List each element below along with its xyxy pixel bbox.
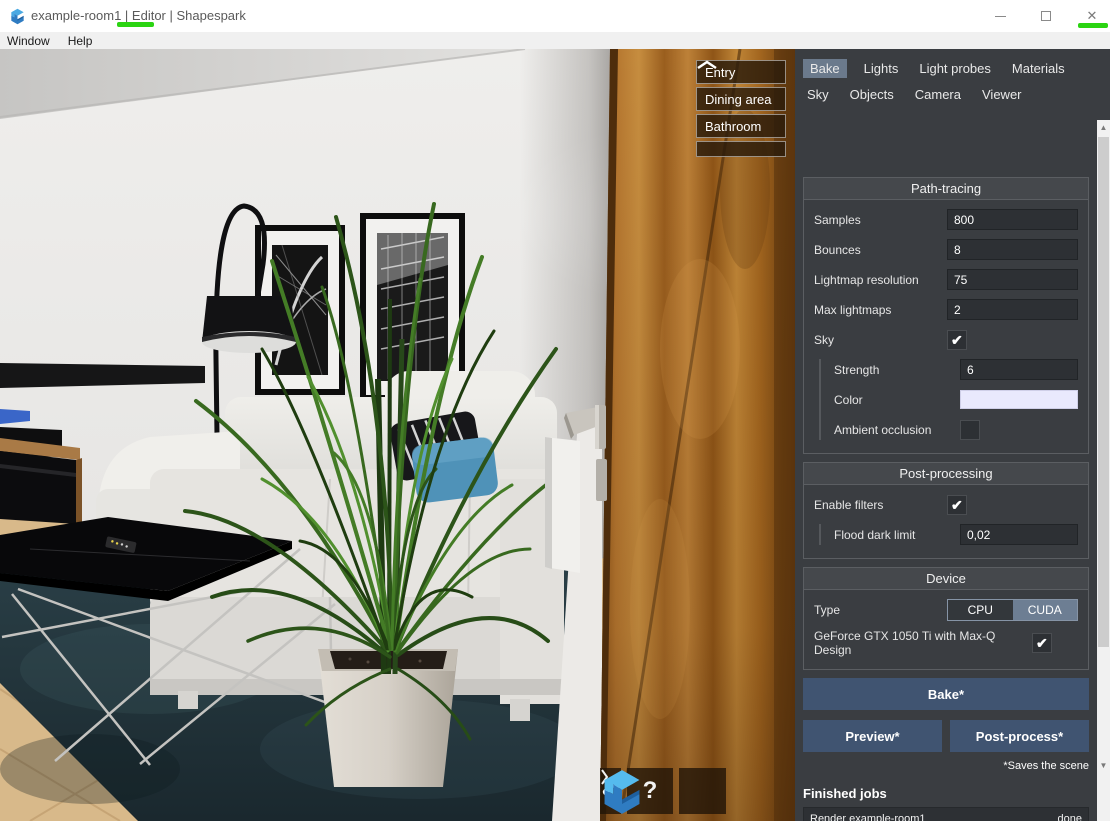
tab-viewer[interactable]: Viewer — [978, 85, 1026, 104]
device-type-toggle: CPU CUDA — [947, 599, 1078, 621]
bounces-input[interactable] — [947, 239, 1078, 260]
lightmap-resolution-label: Lightmap resolution — [814, 273, 947, 287]
flood-dark-limit-input[interactable] — [960, 524, 1078, 545]
shapespark-logo-icon — [9, 8, 26, 25]
tab-materials[interactable]: Materials — [1008, 59, 1069, 78]
bake-button[interactable]: Bake* — [803, 678, 1089, 710]
post-process-button[interactable]: Post-process* — [950, 720, 1089, 752]
shapespark-logo-icon — [600, 768, 644, 816]
max-lightmaps-input[interactable] — [947, 299, 1078, 320]
door — [600, 49, 795, 821]
sky-checkbox[interactable] — [947, 330, 967, 350]
menu-bar: Window Help — [0, 32, 1110, 49]
sky-color-swatch[interactable] — [960, 390, 1078, 409]
view-navigation: Entry Dining area Bathroom — [696, 60, 786, 157]
device-option-cuda[interactable]: CUDA — [1013, 600, 1078, 620]
saves-scene-note: *Saves the scene — [803, 760, 1089, 772]
job-row: Render example-room1 done — [810, 810, 1082, 821]
job-name: Render example-room1 — [810, 813, 926, 821]
section-title: Path-tracing — [804, 178, 1088, 200]
device-option-cpu[interactable]: CPU — [948, 600, 1013, 620]
finished-jobs-title: Finished jobs — [803, 786, 1089, 801]
preview-button[interactable]: Preview* — [803, 720, 942, 752]
tv-cabinet — [0, 438, 82, 531]
tab-objects[interactable]: Objects — [846, 85, 898, 104]
strength-label: Strength — [834, 363, 960, 377]
samples-input[interactable] — [947, 209, 1078, 230]
3d-viewport[interactable]: Entry Dining area Bathroom ? — [0, 49, 795, 821]
strength-input[interactable] — [960, 359, 1078, 380]
filters-subgroup: Flood dark limit — [819, 524, 1078, 545]
menu-help[interactable]: Help — [59, 32, 102, 49]
ambient-occlusion-label: Ambient occlusion — [834, 423, 960, 437]
viewport-toolbar: ? — [600, 768, 784, 814]
chevron-up-icon — [696, 60, 718, 70]
gpu-checkbox[interactable] — [1032, 633, 1052, 653]
tab-camera[interactable]: Camera — [911, 85, 965, 104]
settings-panel: Bake Lights Light probes Materials Sky O… — [795, 49, 1110, 821]
view-button-bathroom[interactable]: Bathroom — [696, 114, 786, 138]
window-title: example-room1 | Editor | Shapespark — [31, 8, 246, 23]
flood-dark-limit-label: Flood dark limit — [834, 528, 960, 542]
tour-path-button[interactable] — [679, 768, 726, 814]
room-scene — [0, 49, 795, 821]
gpu-name-label: GeForce GTX 1050 Ti with Max-Q Design — [814, 629, 1032, 657]
post-processing-section: Post-processing Enable filters Flood dar… — [803, 462, 1089, 559]
samples-label: Samples — [814, 213, 947, 227]
section-title: Post-processing — [804, 463, 1088, 485]
color-label: Color — [834, 393, 960, 407]
tab-lights[interactable]: Lights — [860, 59, 903, 78]
green-annotation-editor — [117, 22, 154, 27]
shapespark-editor-window: example-room1 | Editor | Shapespark ✕ Wi… — [0, 0, 1110, 821]
sky-subgroup: Strength Color Ambient occlusion — [819, 359, 1078, 440]
enable-filters-checkbox[interactable] — [947, 495, 967, 515]
bake-tab-content: Path-tracing Samples Bounces Lightmap re… — [795, 169, 1097, 821]
shapespark-logo-button[interactable] — [732, 768, 784, 814]
sky-label: Sky — [814, 333, 947, 347]
menu-window[interactable]: Window — [0, 32, 59, 49]
collapse-views-button[interactable] — [696, 141, 786, 157]
panel-tabs: Bake Lights Light probes Materials Sky O… — [795, 49, 1095, 110]
green-annotation-close — [1078, 23, 1108, 28]
finished-jobs-list: Render example-room1 done Bake example-r… — [803, 807, 1089, 821]
lightmap-resolution-input[interactable] — [947, 269, 1078, 290]
section-title: Device — [804, 568, 1088, 590]
max-lightmaps-label: Max lightmaps — [814, 303, 947, 317]
tab-sky[interactable]: Sky — [803, 85, 833, 104]
tab-bake[interactable]: Bake — [803, 59, 847, 78]
tab-light-probes[interactable]: Light probes — [915, 59, 995, 78]
bounces-label: Bounces — [814, 243, 947, 257]
scroll-up-arrow[interactable]: ▲ — [1097, 120, 1110, 135]
job-status: done — [1058, 813, 1082, 821]
maximize-button[interactable] — [1024, 0, 1068, 32]
title-bar: example-room1 | Editor | Shapespark ✕ — [0, 0, 1110, 32]
ambient-occlusion-checkbox[interactable] — [960, 420, 980, 440]
enable-filters-label: Enable filters — [814, 498, 947, 512]
minimize-button[interactable] — [978, 0, 1022, 32]
view-button-dining-area[interactable]: Dining area — [696, 87, 786, 111]
path-tracing-section: Path-tracing Samples Bounces Lightmap re… — [803, 177, 1089, 454]
device-section: Device Type CPU CUDA GeForce GTX 1050 Ti… — [803, 567, 1089, 670]
scrollbar-thumb[interactable] — [1098, 137, 1109, 647]
device-type-label: Type — [814, 603, 947, 617]
scroll-down-arrow[interactable]: ▼ — [1097, 758, 1110, 773]
panel-scrollbar[interactable]: ▲ ▼ — [1097, 120, 1110, 821]
